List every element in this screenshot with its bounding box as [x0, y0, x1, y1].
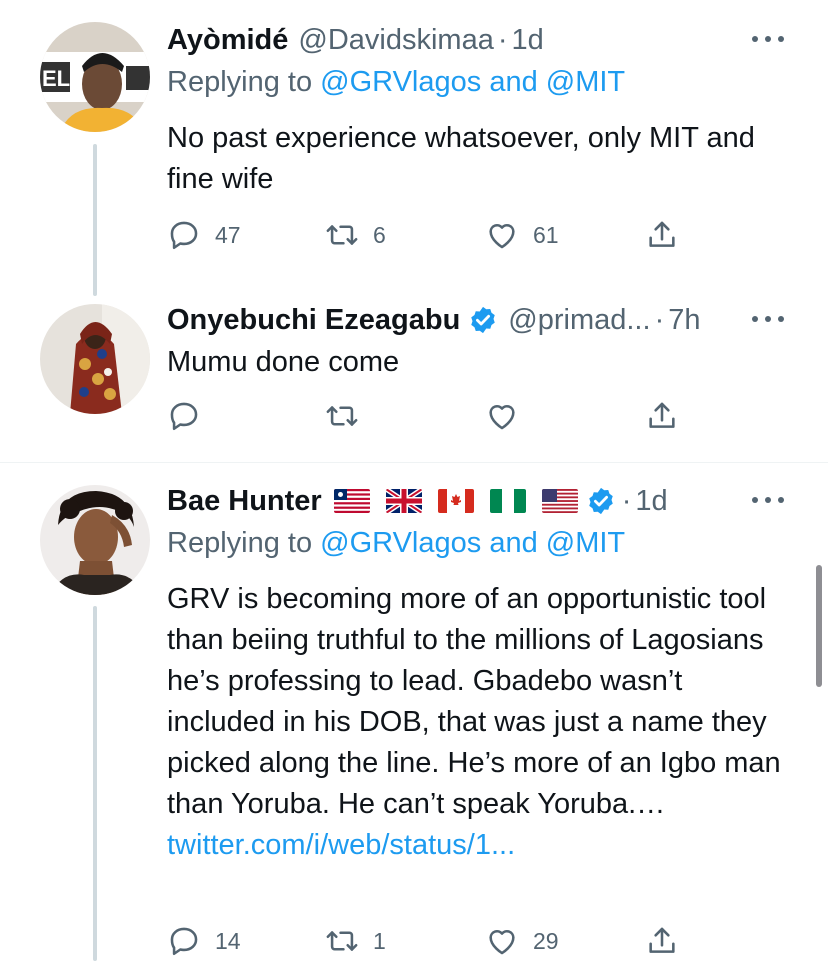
- thread-line: [93, 144, 97, 296]
- tweet-text: GRV is becoming more of an opportunistic…: [167, 579, 792, 866]
- thread-line: [93, 606, 97, 961]
- more-options-icon[interactable]: [752, 34, 784, 44]
- mention-grvlagos[interactable]: @GRVlagos: [320, 527, 481, 559]
- tweet-header: Ayòmidé @Davidskimaa · 1d: [167, 20, 544, 60]
- avatar[interactable]: [40, 485, 150, 595]
- author-name[interactable]: Onyebuchi Ezeagabu: [167, 304, 460, 337]
- reply-icon: [170, 402, 198, 431]
- verified-badge-icon: [588, 487, 613, 515]
- share-button[interactable]: [645, 921, 679, 961]
- retweet-icon: [326, 406, 358, 426]
- replying-and: and: [489, 527, 538, 559]
- tweet-bae-hunter[interactable]: Bae Hunter · 1d Replying to @GRVlagos an…: [0, 463, 828, 961]
- share-button[interactable]: [645, 215, 679, 255]
- reply-icon: [170, 221, 198, 250]
- replying-and: and: [489, 66, 538, 98]
- replying-to: Replying to @GRVlagos and @MIT: [167, 66, 625, 99]
- reply-button[interactable]: [167, 396, 201, 436]
- tweet-text-content: GRV is becoming more of an opportunistic…: [167, 583, 781, 820]
- retweet-button[interactable]: 1: [325, 921, 386, 961]
- retweet-count: 1: [373, 927, 386, 954]
- like-button[interactable]: 61: [485, 215, 559, 255]
- tweet-header: Bae Hunter · 1d: [167, 481, 668, 521]
- flag-liberia-icon: [333, 489, 370, 513]
- reply-count: 14: [215, 927, 241, 954]
- like-button[interactable]: [485, 396, 519, 436]
- share-button[interactable]: [645, 396, 679, 436]
- tweet-actions: [167, 396, 687, 436]
- tweet-link[interactable]: twitter.com/i/web/status/1...: [167, 829, 515, 861]
- retweet-icon: [326, 931, 358, 951]
- share-icon: [649, 221, 675, 247]
- more-options-icon[interactable]: [752, 314, 784, 324]
- author-handle[interactable]: @primad...: [508, 304, 650, 337]
- tweet-ayomide[interactable]: EL Ayòmidé @Davidskimaa · 1d Replying to…: [0, 0, 828, 296]
- author-name[interactable]: Bae Hunter: [167, 485, 322, 518]
- share-icon: [649, 927, 675, 953]
- timestamp[interactable]: 1d: [635, 485, 667, 518]
- tweet-text: No past experience whatsoever, only MIT …: [167, 122, 755, 195]
- retweet-icon: [326, 225, 358, 245]
- flag-canada-icon: [437, 489, 474, 513]
- scrollbar[interactable]: [816, 565, 822, 687]
- more-options-icon[interactable]: [752, 495, 784, 505]
- timestamp[interactable]: 7h: [668, 304, 700, 337]
- heart-icon: [489, 929, 515, 955]
- mention-mit[interactable]: @MIT: [546, 527, 625, 559]
- heart-icon: [489, 223, 515, 249]
- timestamp[interactable]: 1d: [512, 24, 544, 57]
- mention-grvlagos[interactable]: @GRVlagos: [320, 66, 481, 98]
- reply-button[interactable]: 14: [167, 921, 241, 961]
- avatar[interactable]: [40, 304, 150, 414]
- retweet-count: 6: [373, 221, 386, 248]
- retweet-button[interactable]: [325, 396, 359, 436]
- tweet-actions: 47 6 61: [167, 215, 687, 255]
- flag-uk-icon: [385, 489, 422, 513]
- retweet-button[interactable]: 6: [325, 215, 386, 255]
- separator-dot: ·: [621, 484, 632, 517]
- replying-to-label: Replying to: [167, 527, 313, 559]
- tweet-text: Mumu done come: [167, 346, 400, 378]
- replying-to: Replying to @GRVlagos and @MIT: [167, 527, 625, 560]
- separator-dot: ·: [654, 303, 665, 336]
- verified-badge-icon: [471, 306, 496, 334]
- tweet-header: Onyebuchi Ezeagabu @primad... · 7h: [167, 300, 701, 340]
- author-handle[interactable]: @Davidskimaa: [298, 24, 493, 57]
- author-name[interactable]: Ayòmidé: [167, 24, 288, 57]
- heart-icon: [489, 404, 515, 430]
- tweet-actions: 14 1 29: [167, 921, 687, 961]
- like-button[interactable]: 29: [485, 921, 559, 961]
- flag-nigeria-icon: [489, 489, 526, 513]
- reply-button[interactable]: 47: [167, 215, 241, 255]
- svg-text:EL: EL: [42, 66, 70, 91]
- flag-usa-icon: [541, 489, 578, 513]
- mention-mit[interactable]: @MIT: [546, 66, 625, 98]
- reply-count: 47: [215, 221, 241, 248]
- like-count: 61: [533, 221, 559, 248]
- separator-dot: ·: [497, 23, 508, 56]
- like-count: 29: [533, 927, 559, 954]
- reply-icon: [170, 927, 198, 956]
- avatar[interactable]: EL: [40, 22, 150, 132]
- share-icon: [649, 402, 675, 428]
- replying-to-label: Replying to: [167, 66, 313, 98]
- tweet-onyebuchi[interactable]: Onyebuchi Ezeagabu @primad... · 7h Mumu …: [0, 290, 828, 462]
